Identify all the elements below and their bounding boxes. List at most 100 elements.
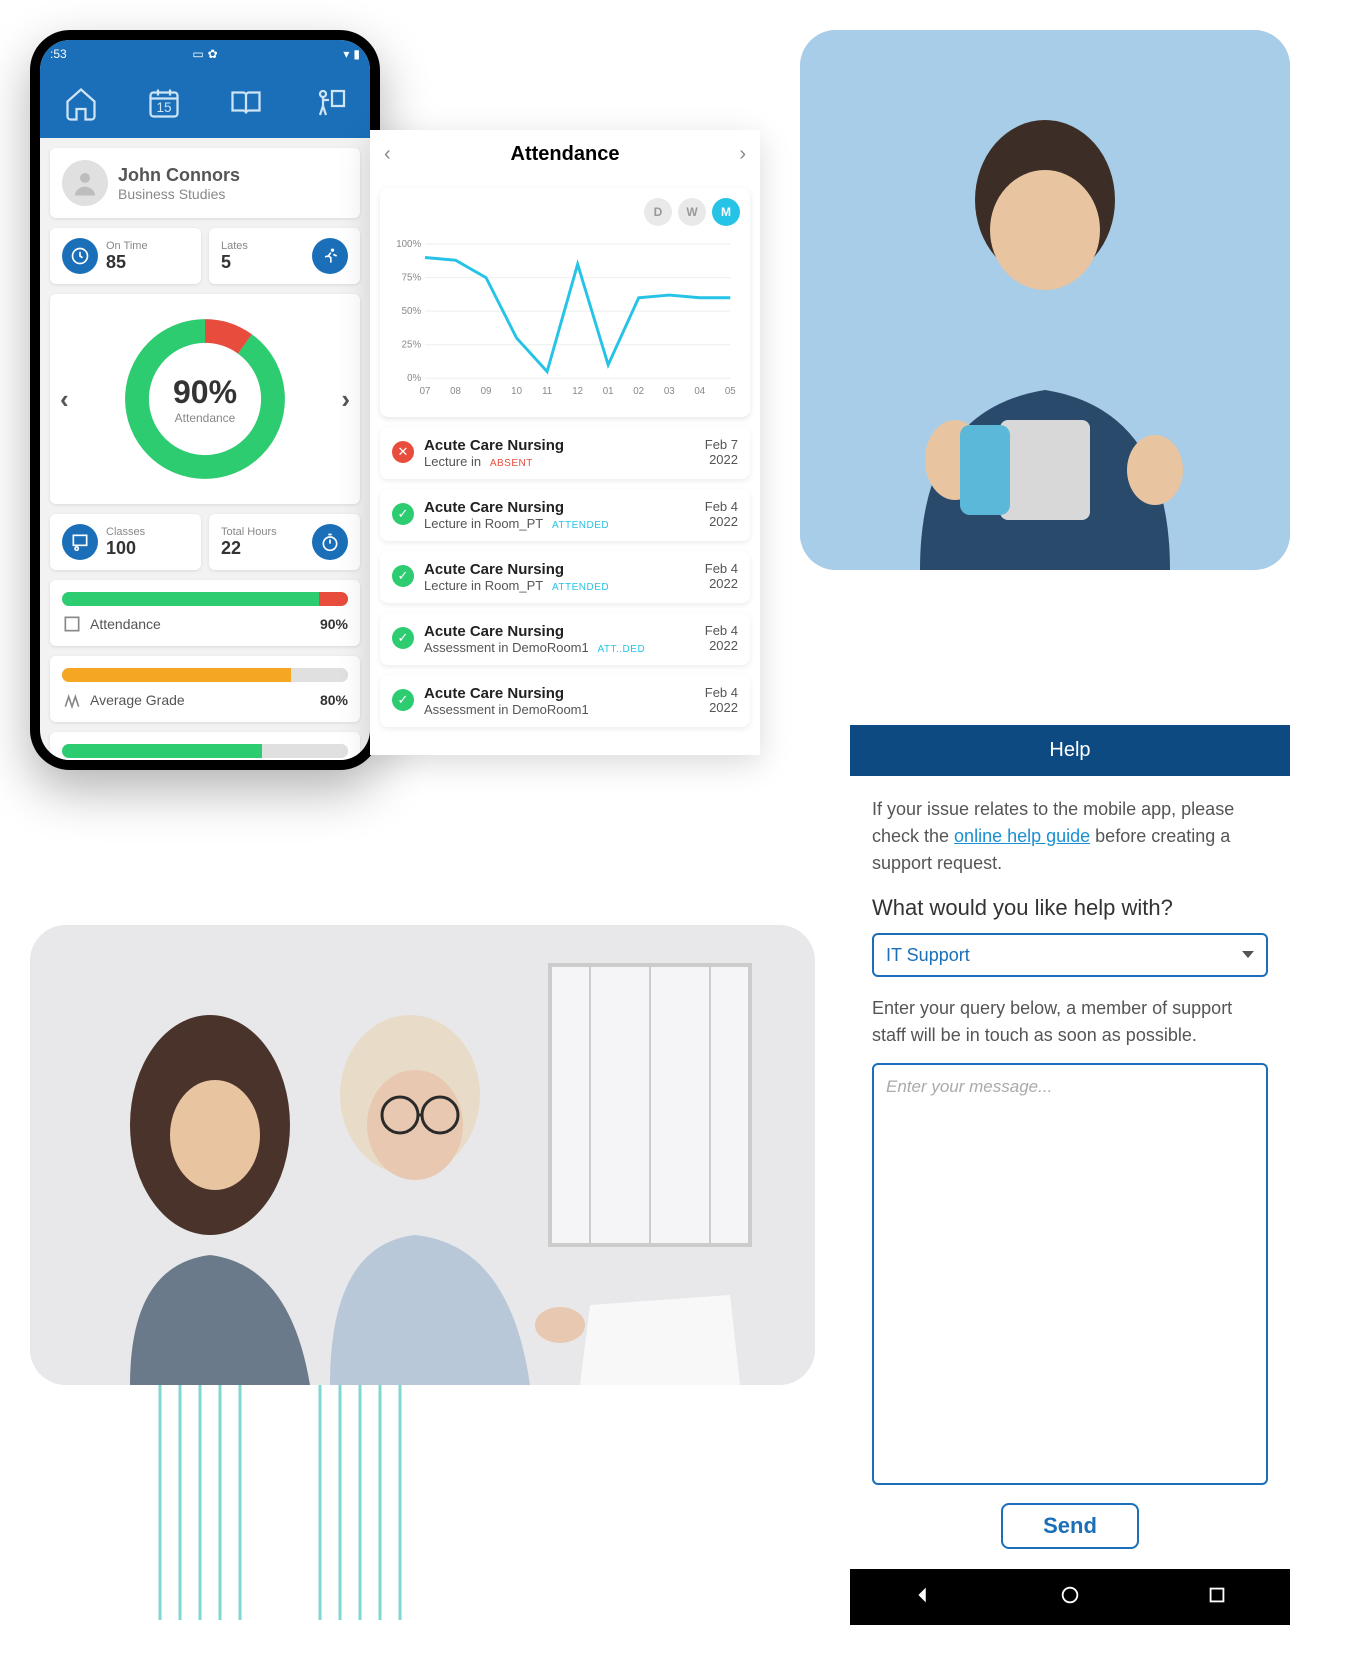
attendance-forward[interactable]: › [739, 143, 746, 166]
attendance-item[interactable]: ✕Acute Care NursingLecture in ABSENTFeb … [380, 427, 750, 479]
svg-text:02: 02 [633, 386, 644, 397]
nav-home-icon[interactable] [56, 78, 106, 128]
attendance-back[interactable]: ‹ [384, 143, 391, 166]
signal-icon: ▮ [353, 47, 360, 61]
svg-text:07: 07 [420, 386, 431, 397]
course-sub: Lecture in Room_PT ATTENDED [424, 578, 695, 593]
android-back-icon[interactable] [912, 1584, 934, 1611]
donut-label: Attendance [175, 411, 236, 425]
android-nav [850, 1569, 1290, 1625]
bar-grade: Average Grade 80% [50, 656, 360, 722]
wifi-icon: ▾ [343, 47, 349, 61]
svg-text:04: 04 [694, 386, 705, 397]
course-sub: Assessment in DemoRoom1 [424, 702, 695, 717]
status-bar: :53 ▭ ✿ ▾ ▮ [40, 40, 370, 68]
svg-text:08: 08 [450, 386, 461, 397]
attendance-item[interactable]: ✓Acute Care NursingLecture in Room_PT AT… [380, 551, 750, 603]
bar-attendance: Attendance 90% [50, 580, 360, 646]
attendance-item[interactable]: ✓ Acute Care NursingAssessment in DemoRoo… [380, 675, 750, 727]
svg-text:03: 03 [664, 386, 675, 397]
attendance-icon [62, 614, 82, 634]
attended-icon: ✓ [392, 503, 414, 525]
nav-calendar-icon[interactable]: 15 [139, 78, 189, 128]
toggle-M[interactable]: M [712, 198, 740, 226]
attendance-donut-card: ‹ 90% Attendance › [50, 294, 360, 504]
svg-text:50%: 50% [402, 306, 422, 317]
profile-dept: Business Studies [118, 186, 240, 202]
attendance-item[interactable]: ✓ Acute Care NursingAssessment in DemoRoo… [380, 613, 750, 665]
svg-text:09: 09 [481, 386, 492, 397]
course-name: Acute Care Nursing [424, 623, 695, 640]
donut-prev[interactable]: ‹ [60, 384, 69, 415]
status-dev-icon: ▭ [192, 47, 203, 61]
attendance-status: ATTENDED [549, 582, 609, 593]
photo-women [30, 925, 815, 1385]
stat-lates: Lates 5 [209, 228, 360, 284]
svg-text:75%: 75% [402, 273, 422, 284]
svg-text:0%: 0% [407, 373, 421, 384]
profile-name: John Connors [118, 165, 240, 186]
help-question: What would you like help with? [872, 895, 1268, 921]
svg-text:12: 12 [572, 386, 583, 397]
grade-icon [62, 690, 82, 710]
help-message-input[interactable] [872, 1063, 1268, 1485]
top-nav: 15 [40, 68, 370, 138]
course-sub: Lecture in Room_PT ATTENDED [424, 516, 695, 531]
svg-text:25%: 25% [402, 340, 422, 351]
donut-value: 90% [173, 374, 237, 411]
stat-on-time: On Time 85 [50, 228, 201, 284]
course-sub: Lecture in ABSENT [424, 454, 695, 469]
attendance-status: ABSENT [487, 458, 533, 469]
nav-book-icon[interactable] [221, 78, 271, 128]
attendance-date: Feb 42022 [705, 499, 738, 529]
attendance-status: ATTENDED [549, 520, 609, 531]
nav-teacher-icon[interactable] [304, 78, 354, 128]
toggle-W[interactable]: W [678, 198, 706, 226]
help-intro: If your issue relates to the mobile app,… [872, 796, 1268, 877]
stat-classes: Classes 100 [50, 514, 201, 570]
dashboard-phone: :53 ▭ ✿ ▾ ▮ 15 [30, 30, 380, 770]
attendance-item[interactable]: ✓ Acute Care NursingLecture in Room_PT AT… [380, 489, 750, 541]
profile-card: John Connors Business Studies [50, 148, 360, 218]
avatar [62, 160, 108, 206]
attendance-date: Feb 72022 [705, 437, 738, 467]
running-icon [312, 238, 348, 274]
course-sub: Assessment in DemoRoom1 ATT..DED [424, 640, 695, 655]
help-query-label: Enter your query below, a member of supp… [872, 995, 1268, 1049]
svg-text:10: 10 [511, 386, 522, 397]
absent-icon: ✕ [392, 441, 414, 463]
status-time: :53 [50, 47, 67, 61]
attendance-date: Feb 42022 [705, 561, 738, 591]
course-name: Acute Care Nursing [424, 499, 695, 516]
attended-icon: ✓ [392, 627, 414, 649]
attendance-panel: ‹ Attendance › DWM 0%25%50%75%100% 07080… [370, 130, 760, 755]
svg-text:100%: 100% [396, 239, 421, 250]
send-button[interactable]: Send [1001, 1503, 1139, 1549]
attendance-status: ATT..DED [595, 644, 645, 655]
attendance-chart-card: DWM 0% 25% 50% 75% 100% 07 08 09 10 11 12 01 02 03 04… [380, 188, 750, 417]
classes-icon [62, 524, 98, 560]
attendance-title: Attendance [511, 143, 620, 166]
stat-hours: Total Hours 22 [209, 514, 360, 570]
status-gear-icon: ✿ [208, 47, 218, 61]
help-guide-link[interactable]: online help guide [954, 826, 1090, 846]
help-category-select[interactable]: IT Support [872, 933, 1268, 977]
svg-text:05: 05 [725, 386, 736, 397]
attendance-date: Feb 42022 [705, 685, 738, 715]
course-name: Acute Care Nursing [424, 685, 695, 702]
bar-submission: Submission 70/100 [50, 732, 360, 760]
photo-man [800, 30, 1290, 570]
svg-text:11: 11 [542, 386, 552, 397]
donut-next[interactable]: › [341, 384, 350, 415]
android-recent-icon[interactable] [1206, 1584, 1228, 1611]
toggle-D[interactable]: D [644, 198, 672, 226]
attendance-date: Feb 42022 [705, 623, 738, 653]
svg-text:15: 15 [156, 100, 171, 115]
course-name: Acute Care Nursing [424, 561, 695, 578]
clock-icon [62, 238, 98, 274]
svg-text:01: 01 [603, 386, 614, 397]
attended-icon: ✓ [392, 689, 414, 711]
attendance-line-chart: 0% 25% 50% 75% 100% 07 08 09 10 11 12 01 02 03 04 05 [390, 232, 740, 402]
stopwatch-icon [312, 524, 348, 560]
android-home-icon[interactable] [1059, 1584, 1081, 1611]
